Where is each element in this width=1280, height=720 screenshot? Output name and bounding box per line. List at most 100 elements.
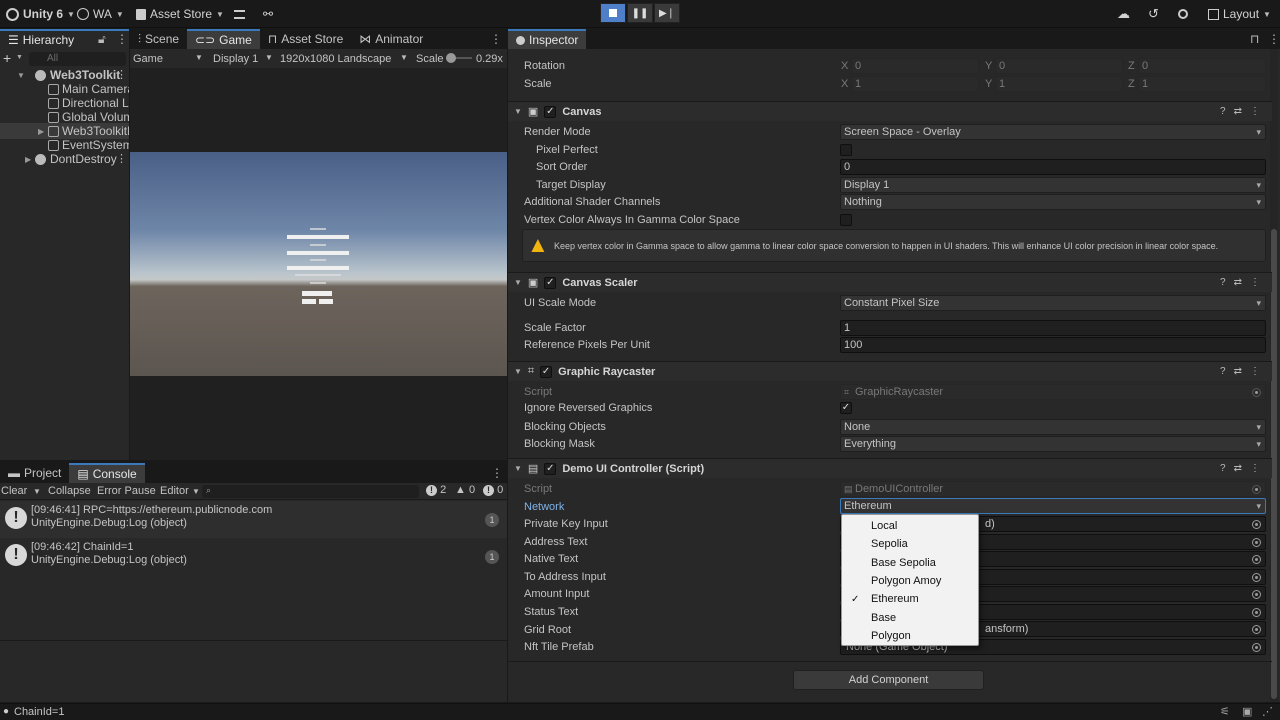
vertex-color-checkbox[interactable] [840, 214, 852, 226]
object-picker-icon[interactable] [1252, 555, 1261, 564]
add-icon[interactable]: + [3, 50, 11, 66]
chevron-down-icon[interactable]: ▼ [16, 54, 23, 61]
tab-inspector[interactable]: Inspector [508, 29, 587, 49]
expand-arrow-icon[interactable]: ▼ [514, 367, 522, 376]
render-mode-dropdown[interactable]: Screen Space - Overlay [840, 124, 1266, 140]
log-count-toggle[interactable]: ! 2 [426, 484, 446, 496]
canvas-scaler-header[interactable]: ▼ ▣ ✓ Canvas Scaler ? ⇄ ⋮ [508, 272, 1272, 292]
hierarchy-search-input[interactable]: All [29, 52, 126, 66]
game-mode-select[interactable]: Game ▼ [133, 53, 207, 65]
object-picker-icon[interactable] [1252, 485, 1261, 494]
help-icon[interactable]: ? [1220, 366, 1226, 377]
step-button[interactable]: ▶❘ [654, 3, 680, 23]
expand-arrow-icon[interactable]: ▼ [514, 278, 522, 287]
menu-item-polygon[interactable]: Polygon [842, 627, 978, 645]
tab-hierarchy[interactable]: ☰ Hierarchy [0, 29, 129, 49]
asset-store-menu[interactable]: Asset Store ▼ [136, 4, 224, 24]
demo-ui-controller-header[interactable]: ▼ ▤ ✓ Demo UI Controller (Script) ? ⇄ ⋮ [508, 458, 1272, 478]
menu-item-base-sepolia[interactable]: Base Sepolia [842, 554, 978, 572]
error-pause-button[interactable]: Error Pause [97, 485, 156, 497]
help-icon[interactable]: ? [1220, 106, 1226, 117]
shader-channels-dropdown[interactable]: Nothing [840, 194, 1266, 210]
target-display-dropdown[interactable]: Display 1 [840, 177, 1266, 193]
object-picker-icon[interactable] [1252, 388, 1261, 397]
reference-ppu-field[interactable]: 100 [840, 337, 1266, 353]
add-component-button[interactable]: Add Component [793, 670, 984, 690]
kebab-menu-icon[interactable]: ⋮ [1250, 106, 1260, 117]
tab-asset-store[interactable]: ⊓ Asset Store [260, 29, 351, 49]
history-button[interactable]: ↺ [1148, 4, 1159, 24]
unity-menu[interactable]: Unity 6 ▼ [6, 4, 75, 24]
network-dropdown[interactable]: Ethereum [840, 498, 1266, 514]
scale-x-field[interactable]: 1 [851, 76, 979, 92]
preset-icon[interactable]: ⇄ [1234, 366, 1242, 377]
object-picker-icon[interactable] [1252, 608, 1261, 617]
expand-arrow-icon[interactable]: ▼ [17, 71, 25, 80]
hierarchy-item[interactable]: Main Camera [48, 82, 129, 96]
kebab-menu-icon[interactable]: ⋮ [116, 68, 127, 81]
menu-item-polygon-amoy[interactable]: Polygon Amoy [842, 572, 978, 590]
tab-game[interactable]: ⊂⊃ Game [187, 29, 260, 49]
object-picker-icon[interactable] [1252, 520, 1261, 529]
debug-icon[interactable]: ⚟ [1220, 705, 1230, 718]
blocking-objects-dropdown[interactable]: None [840, 419, 1266, 435]
canvas-component-header[interactable]: ▼ ▣ ✓ Canvas ? ⇄ ⋮ [508, 101, 1272, 121]
object-picker-icon[interactable] [1252, 590, 1261, 599]
hierarchy-item[interactable]: Global Volume [48, 110, 129, 124]
preset-icon[interactable]: ⇄ [1234, 463, 1242, 474]
object-picker-icon[interactable] [1252, 643, 1261, 652]
menu-item-base[interactable]: Base [842, 609, 978, 627]
rotation-x-field[interactable]: 0 [851, 58, 979, 74]
editor-select[interactable]: Editor [160, 485, 189, 497]
ignore-reversed-checkbox[interactable]: ✓ [840, 402, 852, 414]
canvas-scaler-enabled-checkbox[interactable]: ✓ [544, 276, 557, 289]
kebab-menu-icon[interactable]: ⋮ [491, 466, 503, 480]
help-icon[interactable]: ? [1220, 463, 1226, 474]
game-viewport[interactable] [130, 152, 507, 376]
tab-project[interactable]: ▬ Project [0, 463, 69, 483]
scale-z-field[interactable]: 1 [1138, 76, 1266, 92]
hierarchy-item[interactable]: ▼ Web3Toolkit [17, 68, 120, 82]
resolution-select[interactable]: 1920x1080 Landscape ▼ [280, 53, 410, 65]
demo-enabled-checkbox[interactable]: ✓ [544, 462, 557, 475]
chevron-down-icon[interactable]: ▼ [33, 487, 41, 496]
tab-console[interactable]: ▤ Console [69, 463, 145, 483]
hierarchy-item[interactable]: ▶ DontDestroy [25, 152, 117, 166]
raycaster-enabled-checkbox[interactable]: ✓ [540, 365, 553, 378]
ui-scale-mode-dropdown[interactable]: Constant Pixel Size [840, 295, 1266, 311]
chevron-down-icon[interactable]: ▼ [192, 487, 200, 496]
rotation-z-field[interactable]: 0 [1138, 58, 1266, 74]
preset-icon[interactable]: ⇄ [1234, 277, 1242, 288]
slider-thumb[interactable] [446, 53, 456, 63]
graphic-raycaster-header[interactable]: ▼ ⌗ ✓ Graphic Raycaster ? ⇄ ⋮ [508, 361, 1272, 381]
collapse-button[interactable]: Collapse [48, 485, 91, 497]
progress-icon[interactable]: ⋰ [1262, 705, 1273, 718]
layers-button[interactable] [234, 4, 245, 24]
pixel-perfect-checkbox[interactable] [840, 144, 852, 156]
play-button[interactable] [600, 3, 626, 23]
object-picker-icon[interactable] [1252, 573, 1261, 582]
hierarchy-item[interactable]: EventSystem [48, 138, 129, 152]
build-icon[interactable]: ▣ [1242, 705, 1252, 718]
kebab-menu-icon[interactable]: ⋮ [1250, 463, 1260, 474]
cloud-button[interactable]: ☁ [1117, 4, 1130, 24]
layout-menu[interactable]: Layout ▼ [1208, 4, 1271, 24]
kebab-menu-icon[interactable]: ⋮ [116, 152, 127, 165]
console-entry[interactable]: ! [09:46:41] RPC=https://ethereum.public… [0, 501, 507, 538]
expand-arrow-icon[interactable]: ▶ [38, 127, 44, 136]
raycaster-script-field[interactable]: ⌗ GraphicRaycaster [840, 384, 1266, 400]
demo-script-field[interactable]: ▤ DemoUIController [840, 481, 1266, 497]
scale-y-field[interactable]: 1 [995, 76, 1123, 92]
expand-arrow-icon[interactable]: ▼ [514, 107, 522, 116]
clear-button[interactable]: Clear [1, 485, 27, 497]
sort-order-field[interactable]: 0 [840, 159, 1266, 175]
hierarchy-item[interactable]: ▶ Web3ToolkitH [38, 124, 129, 138]
console-search-input[interactable]: ⌕ [202, 485, 419, 498]
scale-slider[interactable] [446, 53, 472, 63]
error-count-toggle[interactable]: ! 0 [483, 484, 503, 496]
account-menu[interactable]: WA ▼ [77, 4, 124, 24]
lock-icon[interactable]: ⊓ [1250, 32, 1259, 46]
menu-item-ethereum[interactable]: ✓ Ethereum [842, 590, 978, 608]
tab-scene[interactable]: ⫶ Scene [130, 29, 187, 49]
preset-icon[interactable]: ⇄ [1234, 106, 1242, 117]
